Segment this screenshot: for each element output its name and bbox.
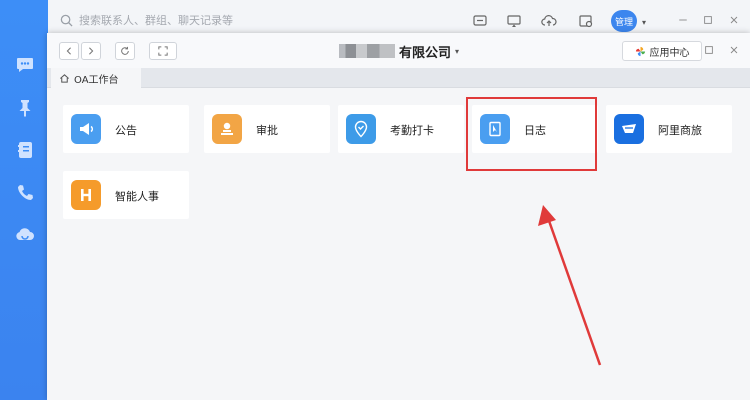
company-switcher[interactable]: 有限公司 ▾ [339,42,460,61]
highlight-box [466,97,597,171]
window-minimize-icon[interactable] [675,42,691,58]
window-maximize-icon[interactable] [701,42,717,58]
app-card-announcement[interactable]: 公告 [63,105,189,153]
back-button[interactable] [59,42,79,60]
minimize-icon[interactable] [675,12,691,28]
person-stamp-icon [212,114,242,144]
refresh-icon [121,46,129,55]
app-card-attendance[interactable]: 考勤打卡 [338,105,464,153]
cloud-icon[interactable] [14,224,36,246]
app-label: 智能人事 [115,190,159,203]
window-titlebar: 有限公司 ▾ 应用中心 [47,33,750,68]
search-box[interactable]: 搜索联系人、群组、聊天记录等 [60,12,233,28]
home-icon [60,73,69,83]
tab-oa-workbench[interactable]: OA工作台 [51,68,141,88]
cloud-upload-icon[interactable] [540,12,558,30]
megaphone-icon [71,114,101,144]
maximize-icon[interactable] [700,12,716,28]
forward-button[interactable] [81,42,101,60]
h-logo-icon [71,180,101,210]
fullscreen-icon [158,46,168,56]
user-avatar[interactable]: 管理 [611,10,637,32]
app-label: 审批 [256,124,278,137]
tab-bar: OA工作台 [47,68,750,88]
location-pin-icon [346,114,376,144]
app-card-alitrip[interactable]: 阿里商旅 [606,105,732,153]
pin-icon[interactable] [14,97,36,119]
caret-down-icon: ▾ [455,46,460,56]
redacted-company-prefix [339,44,395,58]
notebook-rail-icon[interactable] [14,139,36,161]
tab-label: OA工作台 [74,74,119,86]
pinwheel-icon [635,46,645,56]
refresh-button[interactable] [115,42,135,60]
chevron-right-icon [89,47,94,55]
alitrip-logo-icon [614,114,644,144]
app-label: 公告 [115,124,137,137]
message-icon[interactable] [471,12,489,30]
chevron-left-icon [66,47,71,55]
company-name: 有限公司 [399,45,452,61]
app-label: 考勤打卡 [390,124,434,137]
close-icon[interactable] [726,12,742,28]
search-placeholder: 搜索联系人、群组、聊天记录等 [79,14,233,27]
search-icon [60,14,73,27]
left-rail [0,0,48,400]
chat-icon[interactable] [14,54,36,76]
app-card-approval[interactable]: 审批 [204,105,330,153]
settings-device-icon[interactable] [577,12,595,30]
window-close-icon[interactable] [726,42,742,58]
screen-share-icon[interactable] [505,12,523,30]
fullscreen-button[interactable] [149,42,177,60]
app-card-smart-hr[interactable]: 智能人事 [63,171,189,219]
phone-icon[interactable] [14,182,36,204]
app-label: 阿里商旅 [658,124,702,137]
user-menu-caret-icon[interactable]: ▾ [636,14,652,30]
